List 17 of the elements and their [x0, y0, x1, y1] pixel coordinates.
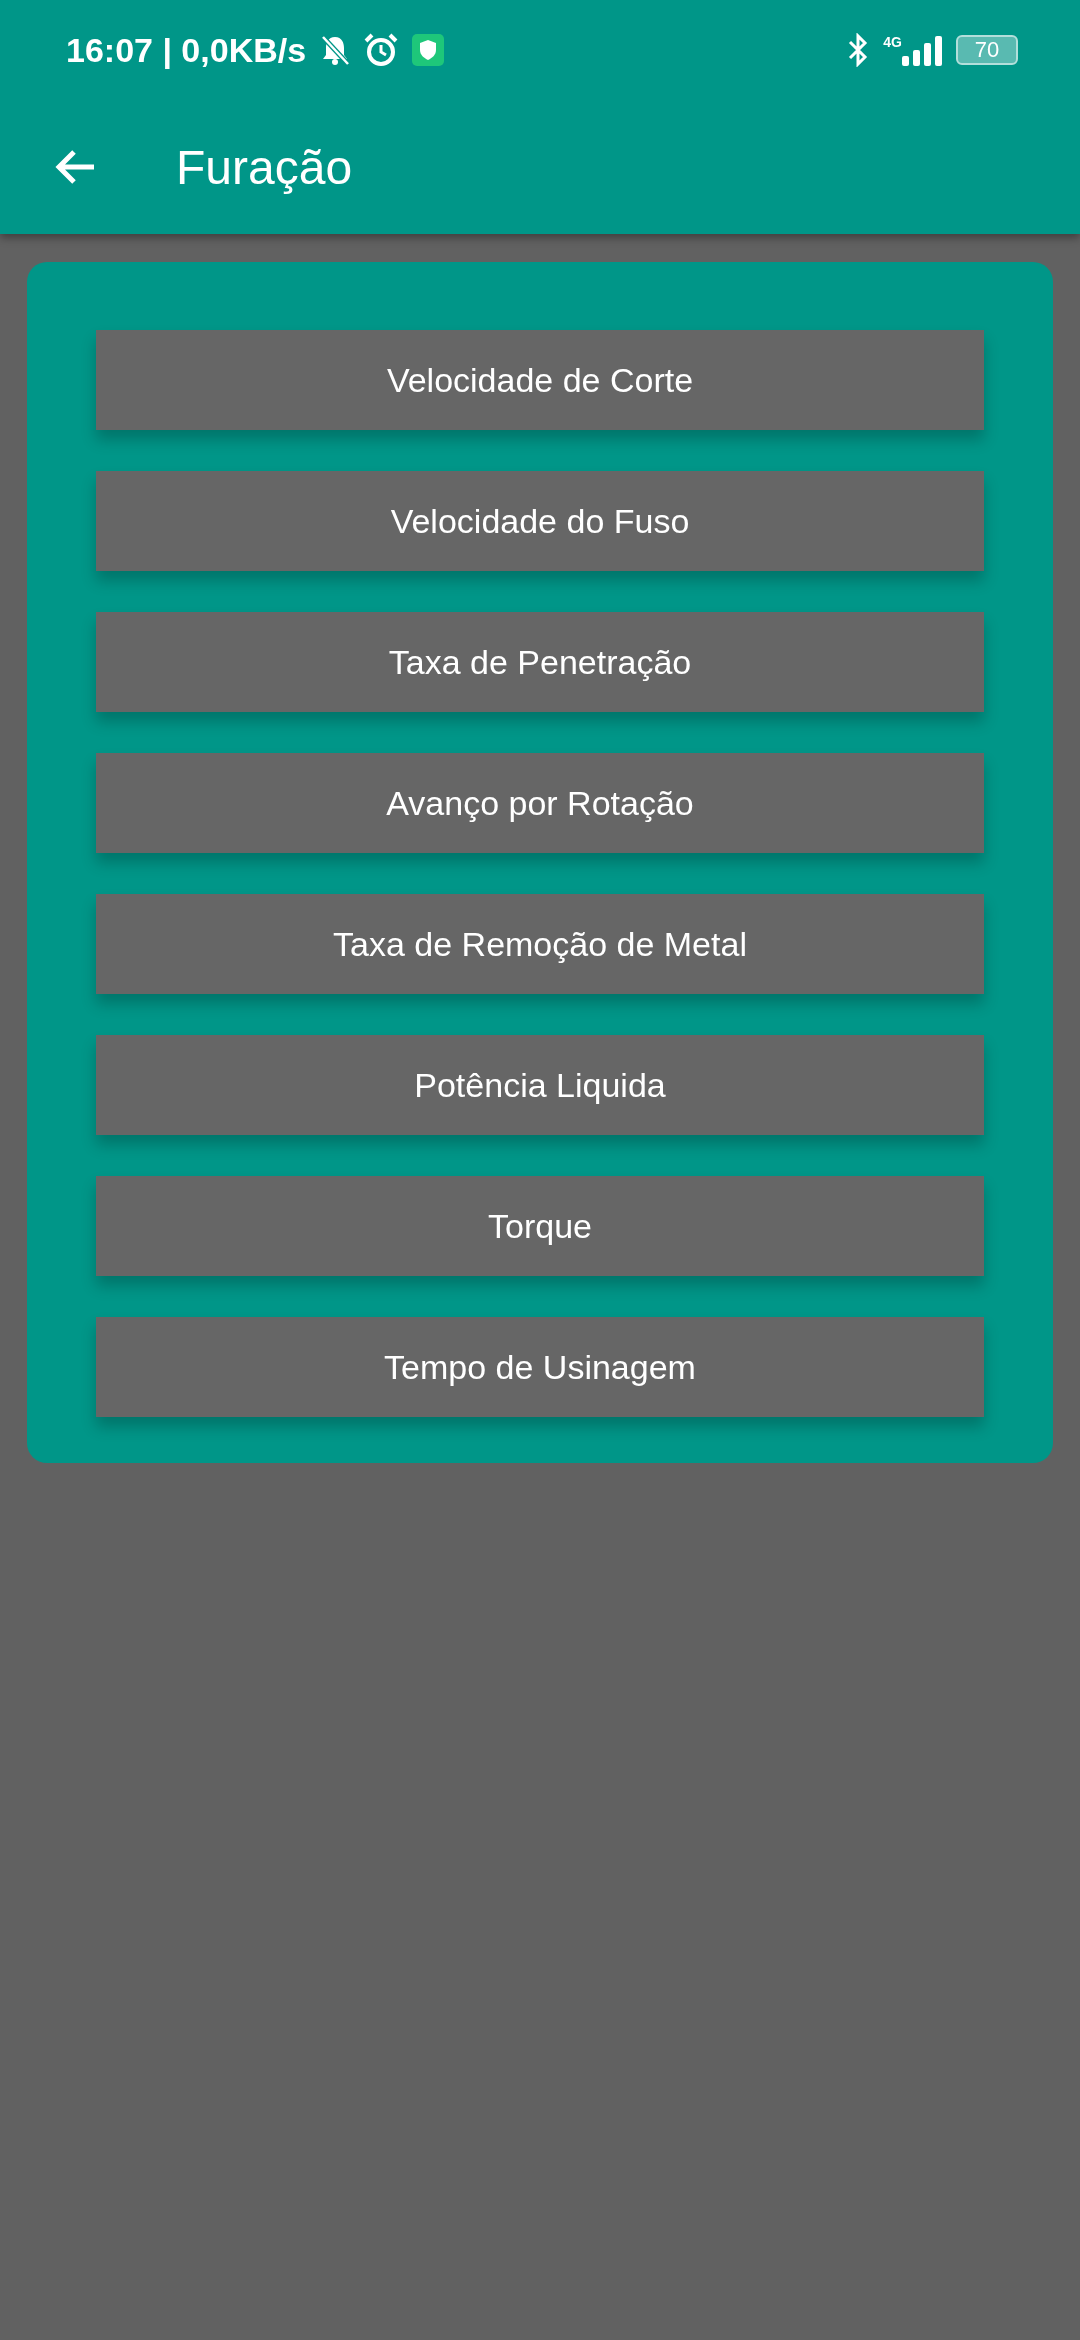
bluetooth-icon: [847, 33, 870, 67]
menu-button[interactable]: Taxa de Penetração: [96, 612, 984, 712]
shield-icon: [412, 34, 445, 66]
menu-button[interactable]: Velocidade do Fuso: [96, 471, 984, 571]
mute-icon: [320, 34, 351, 66]
signal-icon: [902, 34, 942, 66]
toolbar-title: Furação: [176, 139, 353, 195]
alarm-icon: [364, 33, 399, 67]
menu-button[interactable]: Velocidade de Corte: [96, 330, 984, 430]
menu-button[interactable]: Tempo de Usinagem: [96, 1317, 984, 1417]
menu-button[interactable]: Potência Liquida: [96, 1035, 984, 1135]
status-time: 16:07 | 0,0KB/s: [66, 30, 307, 70]
menu-button[interactable]: Torque: [96, 1176, 984, 1276]
network-label: 4G: [883, 34, 902, 50]
battery-level: 70: [956, 35, 1018, 65]
menu-button[interactable]: Taxa de Remoção de Metal: [96, 894, 984, 994]
menu-button[interactable]: Avanço por Rotação: [96, 753, 984, 853]
